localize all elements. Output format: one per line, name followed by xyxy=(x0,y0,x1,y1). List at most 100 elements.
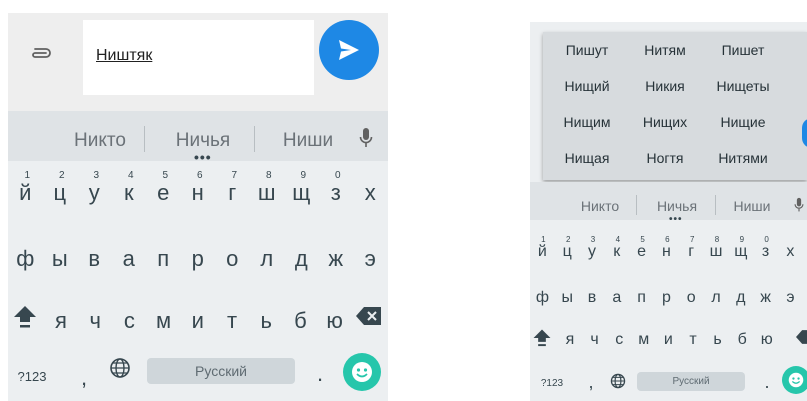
popup-suggestion[interactable]: Никия xyxy=(625,78,705,94)
backspace-key[interactable] xyxy=(796,330,807,344)
suggestion-right[interactable]: Ниши xyxy=(724,198,780,214)
key-letter[interactable]: д xyxy=(284,246,319,272)
key-letter[interactable]: щ xyxy=(728,243,753,261)
more-suggestions-dots[interactable]: ••• xyxy=(194,149,212,165)
key-letter[interactable]: т xyxy=(215,308,249,334)
popup-suggestion[interactable]: Нищий xyxy=(547,78,627,94)
period-key[interactable]: . xyxy=(760,372,774,393)
popup-suggestion[interactable]: Нищие xyxy=(703,114,783,130)
send-button-partial[interactable] xyxy=(802,118,807,148)
key-letter[interactable]: х xyxy=(353,180,388,206)
key-letter[interactable]: к xyxy=(604,243,629,261)
key-letter[interactable]: и xyxy=(656,331,680,349)
popup-suggestion[interactable]: Нищеты xyxy=(703,78,783,94)
suggestion-left[interactable]: Никто xyxy=(60,130,140,152)
popup-suggestion[interactable]: Ногтя xyxy=(625,150,705,166)
key-letter[interactable]: ь xyxy=(706,331,730,349)
key-letter[interactable]: ь xyxy=(249,308,283,334)
space-bar[interactable]: Русский xyxy=(147,358,295,384)
key-letter[interactable]: л xyxy=(704,289,729,307)
key-letter[interactable]: о xyxy=(215,246,250,272)
key-letter[interactable]: я xyxy=(44,308,78,334)
key-letter[interactable]: л xyxy=(250,246,285,272)
key-letter[interactable]: н xyxy=(654,243,679,261)
key-letter[interactable]: р xyxy=(181,246,216,272)
send-button[interactable] xyxy=(319,20,379,80)
suggestion-right[interactable]: Ниши xyxy=(273,130,343,152)
key-letter[interactable]: ю xyxy=(318,308,352,334)
key-letter[interactable]: у xyxy=(580,243,605,261)
key-letter[interactable]: я xyxy=(558,331,582,349)
key-letter[interactable]: п xyxy=(629,289,654,307)
key-letter[interactable]: п xyxy=(146,246,181,272)
key-letter[interactable]: б xyxy=(730,331,754,349)
key-letter[interactable]: щ xyxy=(284,180,319,206)
shift-key[interactable] xyxy=(532,328,552,348)
globe-key[interactable] xyxy=(610,373,626,389)
key-letter[interactable]: м xyxy=(147,308,181,334)
paperclip-icon[interactable] xyxy=(28,43,54,63)
key-letter[interactable]: э xyxy=(778,289,803,307)
globe-key[interactable] xyxy=(109,357,131,379)
key-letter[interactable]: с xyxy=(112,308,146,334)
key-letter[interactable]: ф xyxy=(8,246,43,272)
key-letter[interactable]: ч xyxy=(583,331,607,349)
popup-suggestion[interactable]: Нищим xyxy=(547,114,627,130)
key-letter[interactable]: е xyxy=(629,243,654,261)
popup-suggestion[interactable]: Пишет xyxy=(703,42,783,58)
key-letter[interactable]: з xyxy=(319,180,354,206)
key-letter[interactable]: ж xyxy=(753,289,778,307)
key-letter[interactable]: ц xyxy=(555,243,580,261)
key-letter[interactable]: с xyxy=(607,331,631,349)
mic-icon[interactable] xyxy=(359,127,373,149)
symbols-key[interactable]: ?123 xyxy=(535,378,569,389)
key-letter[interactable]: ф xyxy=(530,289,555,307)
key-letter[interactable]: о xyxy=(679,289,704,307)
backspace-key[interactable] xyxy=(356,307,382,325)
key-letter[interactable]: ю xyxy=(755,331,779,349)
symbols-key[interactable]: ?123 xyxy=(12,369,52,384)
key-letter[interactable]: м xyxy=(632,331,656,349)
suggestion-center[interactable]: Ничья xyxy=(642,198,712,214)
key-letter[interactable]: э xyxy=(353,246,388,272)
key-letter[interactable]: й xyxy=(530,243,555,261)
key-letter[interactable]: н xyxy=(181,180,216,206)
key-letter[interactable]: г xyxy=(679,243,704,261)
key-letter[interactable]: ы xyxy=(43,246,78,272)
key-letter[interactable]: в xyxy=(77,246,112,272)
popup-suggestion[interactable]: Нитям xyxy=(625,42,705,58)
key-letter[interactable]: ж xyxy=(319,246,354,272)
key-letter[interactable]: а xyxy=(112,246,147,272)
mic-icon[interactable] xyxy=(794,197,804,213)
key-letter[interactable]: ц xyxy=(43,180,78,206)
key-letter[interactable]: е xyxy=(146,180,181,206)
shift-key[interactable] xyxy=(12,304,38,330)
key-letter[interactable]: у xyxy=(77,180,112,206)
key-letter[interactable]: ш xyxy=(250,180,285,206)
popup-suggestion[interactable]: Нищая xyxy=(547,150,627,166)
key-letter[interactable]: а xyxy=(604,289,629,307)
key-letter[interactable]: з xyxy=(753,243,778,261)
key-letter[interactable]: г xyxy=(215,180,250,206)
key-letter[interactable]: к xyxy=(112,180,147,206)
key-letter[interactable]: ч xyxy=(78,308,112,334)
key-letter[interactable]: р xyxy=(654,289,679,307)
key-letter[interactable]: ы xyxy=(555,289,580,307)
key-letter[interactable]: х xyxy=(778,243,803,261)
popup-suggestion[interactable]: Пишут xyxy=(547,42,627,58)
emoji-button[interactable] xyxy=(343,353,381,391)
popup-suggestion[interactable]: Нитями xyxy=(703,150,783,166)
suggestion-left[interactable]: Никто xyxy=(568,198,632,214)
key-letter[interactable]: д xyxy=(728,289,753,307)
more-suggestions-dots[interactable]: ••• xyxy=(669,214,683,225)
key-letter[interactable]: б xyxy=(283,308,317,334)
key-letter[interactable]: в xyxy=(580,289,605,307)
period-key[interactable]: . xyxy=(310,361,330,387)
space-bar[interactable]: Русский xyxy=(637,372,745,391)
key-letter[interactable]: й xyxy=(8,180,43,206)
comma-key[interactable]: , xyxy=(584,372,598,393)
emoji-button[interactable] xyxy=(782,366,807,394)
key-letter[interactable]: т xyxy=(681,331,705,349)
key-letter[interactable]: ш xyxy=(704,243,729,261)
comma-key[interactable]: , xyxy=(74,365,94,391)
